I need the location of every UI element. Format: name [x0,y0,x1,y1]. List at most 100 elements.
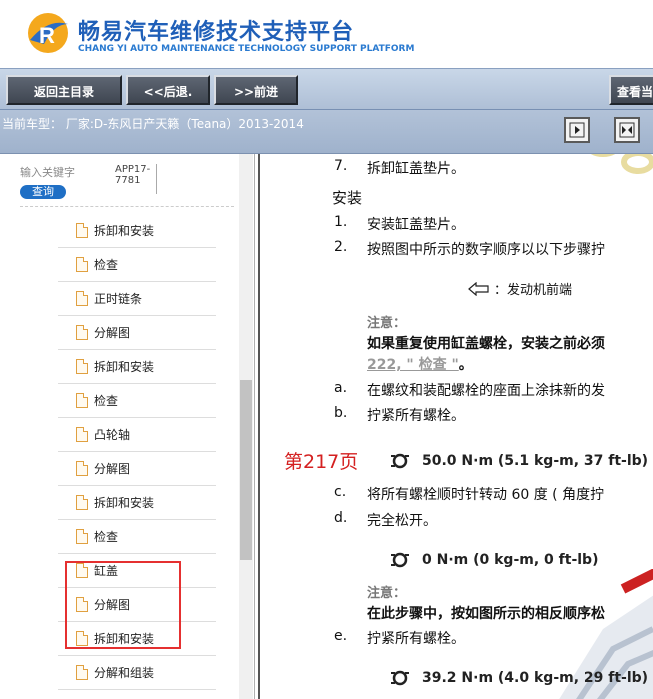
tree-item[interactable]: 拆卸和安装 [58,622,216,656]
sidebar-scrollbar[interactable] [239,154,253,699]
document-icon [76,291,88,306]
caution-reference: 222, " 检查 "。 [367,354,473,374]
tree-item-label: 分解图 [94,598,131,612]
torque-wrench-icon [391,670,409,686]
tree-item-label: 拆卸和安装 [94,224,155,238]
tree-item-label: 检查 [94,258,119,272]
tree-item-label: 拆卸和安装 [94,496,155,510]
model-bar: 当前车型： 厂家:D-东风日产天籁（Teana）2013-2014 [0,110,653,154]
sidebar: 输入关键字 查询 APP17-7781 拆卸和安装 检查 正时链条 分解图 拆卸… [0,154,255,699]
page-number: 第217页 [284,451,359,473]
document-icon [76,359,88,374]
tree-item[interactable]: 分解图 [58,588,216,622]
collapse-icon[interactable] [614,117,640,143]
front-note-text: ：发动机前端 [494,283,573,298]
substep-label: c. [334,484,347,500]
substep-text: 在螺纹和装配螺栓的座面上涂抹新的发 [367,383,605,399]
step-text: 按照图中所示的数字顺序以以下步骤拧 [367,242,605,258]
document-icon [76,393,88,408]
caution-text: 如果重复使用缸盖螺栓，安装之前必须 [367,336,605,352]
tree-item[interactable]: 检查 [58,384,216,418]
scroll-thumb[interactable] [240,380,252,560]
tree-item-label: 拆卸和安装 [94,360,155,374]
view-current-button[interactable]: 查看当 [609,75,653,105]
substep-text: 将所有螺栓顺时针转动 60 度 ( 角度拧 [367,487,605,503]
tree-item-label: 缸盖 [94,564,119,578]
substep-label: b. [334,405,348,421]
tree-item[interactable]: 拆卸和安装 [58,214,216,248]
substep-label: d. [334,510,348,526]
torque-spec: 39.2 N·m (4.0 kg-m, 29 ft-lb) [390,669,648,687]
torque-value: 39.2 N·m (4.0 kg-m, 29 ft-lb) [422,670,649,686]
tree-item[interactable]: 检查 [58,520,216,554]
caution-label: 注意： [367,316,407,331]
tree-item-label: 检查 [94,394,119,408]
document-icon [76,529,88,544]
tree-item[interactable]: 拆卸和安装 [58,486,216,520]
tree-item[interactable]: 分解和组装 [58,656,216,690]
document-icon [76,631,88,646]
substep-text: 拧紧所有螺栓。 [367,631,465,647]
logo-icon: R [28,13,68,53]
document-icon [76,461,88,476]
torque-spec: 50.0 N·m (5.1 kg-m, 37 ft-lb) [390,452,648,470]
document-icon [76,325,88,340]
tree-item[interactable]: 凸轮轴 [58,418,216,452]
tree-item-label: 分解和组装 [94,666,155,680]
tree-item-label: 分解图 [94,462,131,476]
torque-spec: 0 N·m (0 kg-m, 0 ft-lb) [390,551,598,569]
expand-icon[interactable] [564,117,590,143]
divider [20,206,234,207]
document-icon [76,495,88,510]
document-icon [76,665,88,680]
search-input[interactable]: APP17-7781 [113,164,157,194]
svg-text:R: R [39,23,55,48]
step-number: 7. [334,158,348,174]
torque-value: 50.0 N·m (5.1 kg-m, 37 ft-lb) [422,453,649,469]
step-text: 拆卸缸盖垫片。 [367,161,465,177]
site-subtitle: CHANG YI AUTO MAINTENANCE TECHNOLOGY SUP… [78,44,415,54]
check-link[interactable]: 222, " 检查 " [367,357,459,373]
back-button[interactable]: <<后退. [126,75,210,105]
search-button[interactable]: 查询 [20,185,66,199]
torque-value: 0 N·m (0 kg-m, 0 ft-lb) [422,552,599,568]
front-note: ：发动机前端 [468,279,572,298]
document-icon [76,223,88,238]
caution-end: 。 [458,357,473,373]
nav-bar: 返回主目录 <<后退. >>前进 查看当 [0,68,653,110]
tree-item[interactable]: 检查 [58,248,216,282]
substep-text: 完全松开。 [367,513,437,529]
section-heading: 安装 [332,189,363,207]
site-title: 畅易汽车维修技术支持平台 [78,20,355,45]
forward-button[interactable]: >>前进 [214,75,298,105]
document-icon [76,597,88,612]
tree-item-label: 分解图 [94,326,131,340]
document-icon [76,427,88,442]
substep-text: 拧紧所有螺栓。 [367,408,465,424]
step-number: 2. [334,239,348,255]
torque-wrench-icon [391,552,409,568]
search-box: 输入关键字 查询 [20,164,95,199]
tree-item[interactable]: 正时链条 [58,282,216,316]
current-model-text: 当前车型： 厂家:D-东风日产天籁（Teana）2013-2014 [2,117,304,131]
tree-item[interactable]: 分解图 [58,316,216,350]
substep-label: e. [334,628,348,644]
tree-item-label: 正时链条 [94,292,143,306]
tree-item-label: 凸轮轴 [94,428,131,442]
caution-label: 注意： [367,586,407,601]
gear-washers-illustration [590,154,653,174]
home-button[interactable]: 返回主目录 [6,75,122,105]
step-text: 安装缸盖垫片。 [367,217,465,233]
tree-item-label: 拆卸和安装 [94,632,155,646]
substep-label: a. [334,380,348,396]
step-number: 1. [334,214,348,230]
site-header: R 畅易汽车维修技术支持平台 CHANG YI AUTO MAINTENANCE… [0,0,653,68]
tree-item-label: 检查 [94,530,119,544]
document-icon [76,257,88,272]
manual-content: 7. 拆卸缸盖垫片。 安装 1. 安装缸盖垫片。 2. 按照图中所示的数字顺序以… [258,154,653,699]
torque-wrench-icon [391,453,409,469]
tree-item[interactable]: 缸盖 [58,554,216,588]
tree-item[interactable]: 分解图 [58,452,216,486]
tree-item[interactable]: 拆卸和安装 [58,350,216,384]
arrow-left-icon [468,281,489,296]
